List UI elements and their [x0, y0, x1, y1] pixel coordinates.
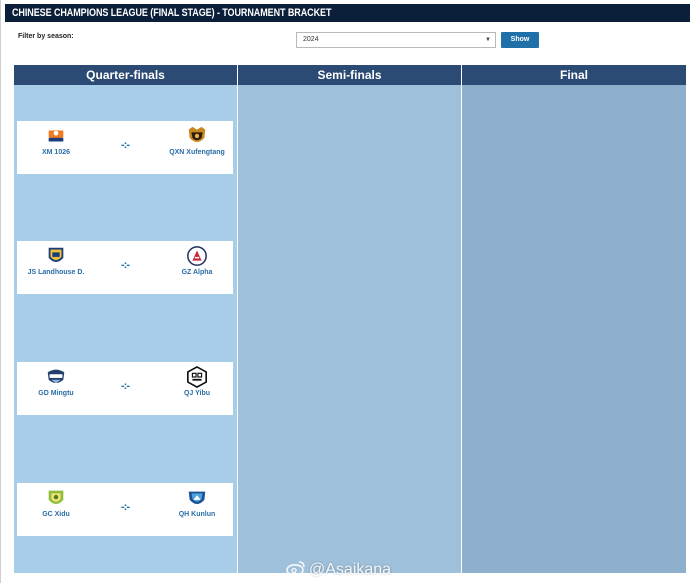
round-header: Semi-finals [238, 65, 461, 85]
qxn-xufengtang-crest-icon [188, 126, 206, 142]
xm-1026-crest-icon [48, 130, 64, 142]
season-filter-label: Filter by season: [18, 33, 74, 40]
gc-xidu-crest-icon [48, 490, 64, 504]
match-score: -:- [121, 259, 130, 271]
page-title-bar: CHINESE CHAMPIONS LEAGUE (FINAL STAGE) -… [5, 4, 690, 22]
team-name: JS Landhouse D. [27, 269, 85, 276]
team-name: GC Xidu [42, 511, 70, 518]
watermark-text: @Asaikana [309, 561, 392, 578]
home-team[interactable]: GC Xidu [16, 487, 96, 518]
gd-mingtu-crest-icon [47, 369, 65, 384]
team-name: XM 1026 [41, 149, 71, 156]
away-team[interactable]: QH Kunlun [157, 487, 237, 518]
tournament-bracket: Quarter-finals XM 1026 -:- QXN Xufengtan… [14, 65, 686, 573]
away-team[interactable]: GZ Alpha [157, 245, 237, 276]
watermark: @Asaikana [286, 560, 391, 579]
page-title: CHINESE CHAMPIONS LEAGUE (FINAL STAGE) -… [12, 7, 332, 19]
team-name: GD Mingtu [38, 390, 74, 397]
gz-alpha-crest-icon [187, 246, 207, 266]
round-header: Final [462, 65, 686, 85]
qj-yibu-crest-icon [187, 366, 207, 388]
match-score: -:- [121, 501, 130, 513]
team-name: GZ Alpha [181, 269, 213, 276]
round-header: Quarter-finals [14, 65, 237, 85]
home-team[interactable]: GD Mingtu [16, 366, 96, 397]
weibo-logo-icon [286, 561, 305, 576]
round-column-semi-finals: Semi-finals [238, 65, 461, 573]
show-button[interactable]: Show [501, 32, 539, 48]
js-landhouse-crest-icon [48, 247, 64, 262]
home-team[interactable]: JS Landhouse D. [16, 245, 96, 276]
round-body [462, 85, 686, 573]
page-frame: CHINESE CHAMPIONS LEAGUE (FINAL STAGE) -… [0, 0, 690, 583]
round-column-quarter-finals: Quarter-finals XM 1026 -:- QXN Xufengtan… [14, 65, 237, 573]
qh-kunlun-crest-icon [188, 491, 206, 504]
chevron-down-icon: ▼ [485, 37, 491, 43]
match-card[interactable]: JS Landhouse D. -:- GZ Alpha [17, 241, 233, 294]
match-card[interactable]: GD Mingtu -:- QJ Yibu [17, 362, 233, 415]
round-body [238, 85, 461, 573]
team-name: QJ Yibu [183, 390, 211, 397]
round-column-final: Final [462, 65, 686, 573]
team-name: QXN Xufengtang [169, 149, 225, 156]
match-score: -:- [121, 139, 130, 151]
round-body: XM 1026 -:- QXN Xufengtang JS Landhouse … [14, 85, 237, 573]
match-card[interactable]: GC Xidu -:- QH Kunlun [17, 483, 233, 536]
season-select[interactable]: 2024 ▼ [296, 32, 496, 48]
match-card[interactable]: XM 1026 -:- QXN Xufengtang [17, 121, 233, 174]
team-name: QH Kunlun [178, 511, 216, 518]
away-team[interactable]: QXN Xufengtang [157, 125, 237, 156]
season-select-value: 2024 [303, 36, 319, 43]
match-score: -:- [121, 380, 130, 392]
home-team[interactable]: XM 1026 [16, 125, 96, 156]
away-team[interactable]: QJ Yibu [157, 366, 237, 397]
